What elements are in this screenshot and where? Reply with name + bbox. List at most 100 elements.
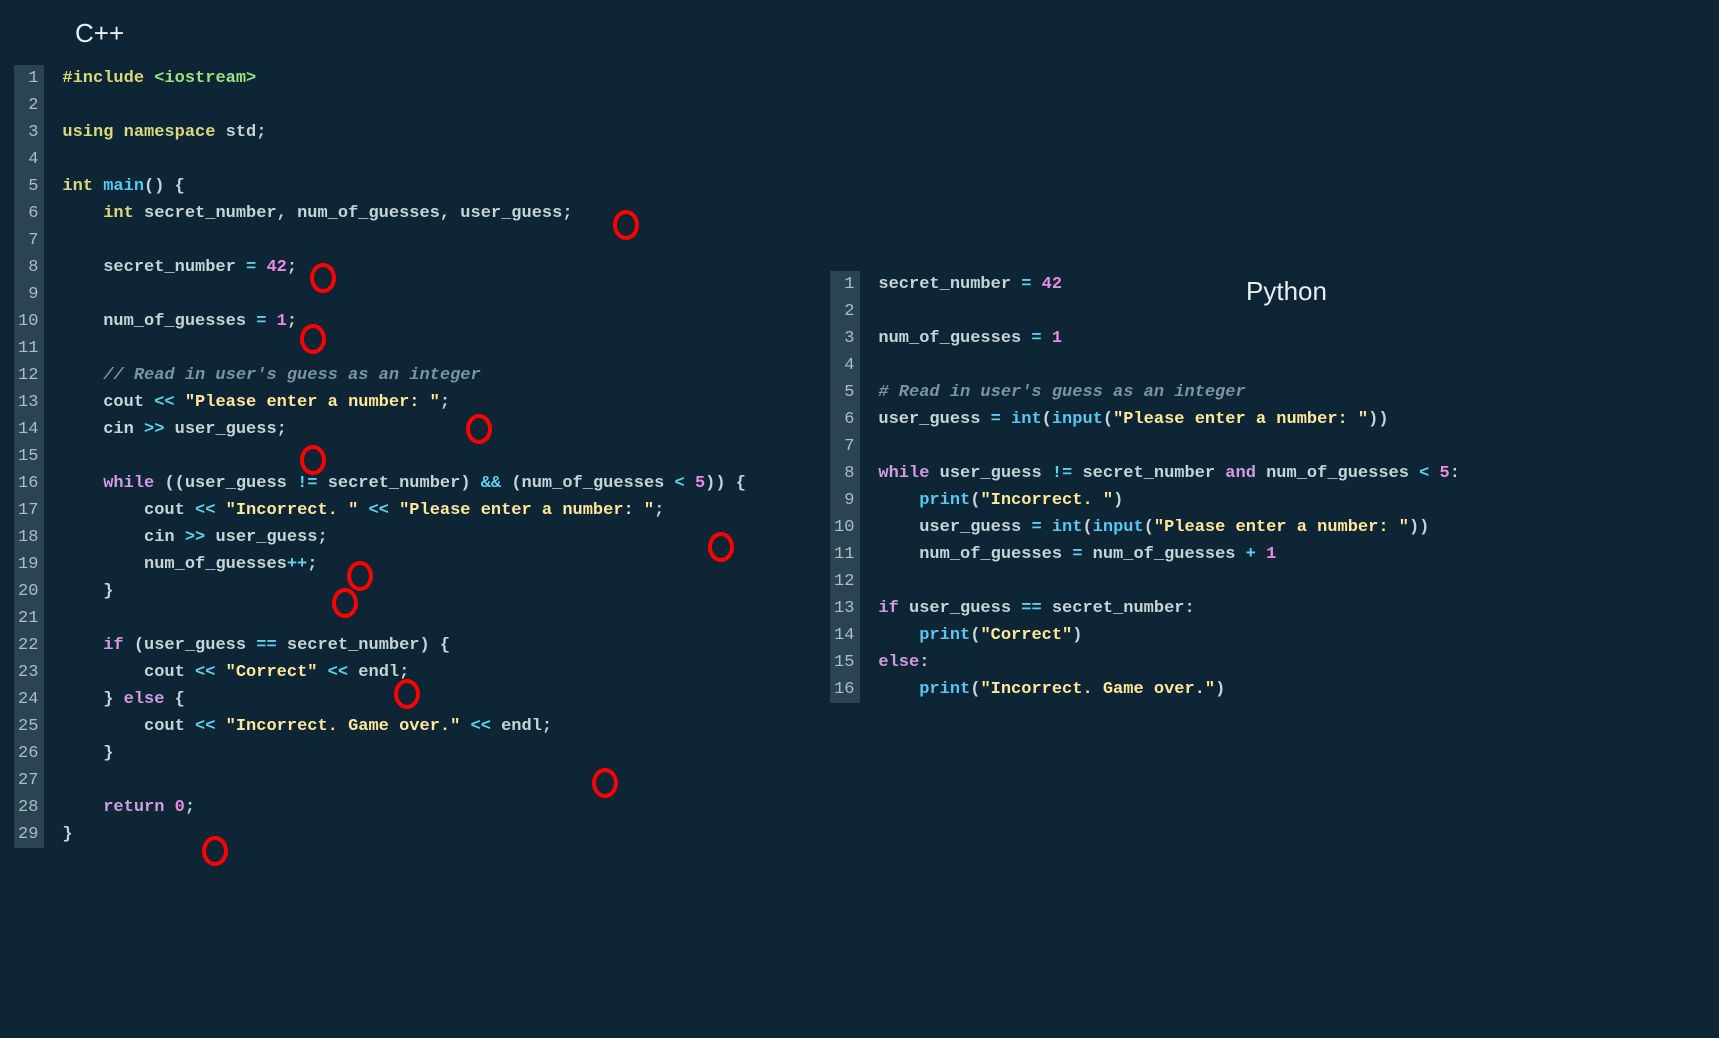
line-number: 14 bbox=[18, 416, 38, 443]
line-number: 17 bbox=[18, 497, 38, 524]
op: = bbox=[246, 312, 277, 331]
kw-return: return bbox=[103, 798, 174, 817]
line-number: 29 bbox=[18, 821, 38, 848]
brace: } bbox=[62, 825, 72, 844]
id: secret_number bbox=[1082, 464, 1215, 483]
semicolon: ; bbox=[287, 258, 297, 277]
line-number: 13 bbox=[834, 595, 854, 622]
line-number: 1 bbox=[834, 271, 854, 298]
id: cout bbox=[144, 717, 195, 736]
kw-and: and bbox=[1215, 464, 1266, 483]
comment: // Read in user's guess as an integer bbox=[103, 366, 480, 385]
id: user_guess bbox=[144, 636, 246, 655]
line-number: 12 bbox=[834, 568, 854, 595]
op: = bbox=[980, 410, 1011, 429]
line-number: 15 bbox=[834, 649, 854, 676]
op: = bbox=[1062, 545, 1093, 564]
op: << bbox=[195, 501, 226, 520]
id: user_guess bbox=[919, 518, 1021, 537]
colon: : bbox=[1450, 464, 1460, 483]
num: 0 bbox=[175, 798, 185, 817]
string: "Correct" bbox=[980, 626, 1072, 645]
id: user_guess bbox=[878, 410, 980, 429]
num: 1 bbox=[1052, 329, 1062, 348]
string: "Incorrect. Game over." bbox=[226, 717, 461, 736]
paren: ( bbox=[144, 177, 154, 196]
cpp-editor: 1234567891011121314151617181920212223242… bbox=[14, 65, 746, 848]
kw-while: while bbox=[103, 474, 164, 493]
python-gutter: 12345678910111213141516 bbox=[830, 271, 860, 703]
op: == bbox=[246, 636, 287, 655]
fn: print bbox=[919, 626, 970, 645]
id: num_of_guesses bbox=[522, 474, 665, 493]
op: && bbox=[471, 474, 512, 493]
python-editor: 12345678910111213141516 secret_number = … bbox=[830, 271, 1460, 703]
python-code[interactable]: secret_number = 42 num_of_guesses = 1 # … bbox=[860, 271, 1460, 703]
string: "Correct" bbox=[226, 663, 318, 682]
line-number: 26 bbox=[18, 740, 38, 767]
num: 5 bbox=[695, 474, 705, 493]
fn: int bbox=[1011, 410, 1042, 429]
line-number: 3 bbox=[834, 325, 854, 352]
op: + bbox=[1235, 545, 1266, 564]
line-number: 10 bbox=[18, 308, 38, 335]
semicolon: ; bbox=[256, 123, 266, 142]
line-number: 28 bbox=[18, 794, 38, 821]
line-number: 2 bbox=[834, 298, 854, 325]
id: num_of_guesses bbox=[1266, 464, 1409, 483]
line-number: 19 bbox=[18, 551, 38, 578]
op: >> bbox=[185, 528, 216, 547]
line-number: 16 bbox=[834, 676, 854, 703]
id: endl bbox=[501, 717, 542, 736]
id: num_of_guesses bbox=[919, 545, 1062, 564]
brace: { bbox=[430, 636, 450, 655]
id: user_guess bbox=[215, 528, 317, 547]
op: ++ bbox=[287, 555, 307, 574]
id: user_guess bbox=[175, 420, 277, 439]
semicolon: ; bbox=[542, 717, 552, 736]
line-number: 13 bbox=[18, 389, 38, 416]
line-number: 6 bbox=[18, 200, 38, 227]
semicolon: ; bbox=[287, 312, 297, 331]
id: user_guess bbox=[940, 464, 1042, 483]
cpp-code[interactable]: #include <iostream> using namespace std;… bbox=[44, 65, 746, 848]
line-number: 7 bbox=[834, 433, 854, 460]
line-number: 14 bbox=[834, 622, 854, 649]
id: num_of_guesses bbox=[1093, 545, 1236, 564]
cpp-label: C++ bbox=[75, 18, 124, 49]
include-directive: #include bbox=[62, 69, 154, 88]
id: num_of_guesses bbox=[144, 555, 287, 574]
id: secret_number bbox=[103, 258, 236, 277]
brace: } bbox=[103, 690, 113, 709]
kw-namespace: namespace bbox=[124, 123, 226, 142]
fn-main: main bbox=[103, 177, 144, 196]
comment: # Read in user's guess as an integer bbox=[878, 383, 1245, 402]
semicolon: ; bbox=[317, 528, 327, 547]
op: = bbox=[1021, 518, 1052, 537]
id: cout bbox=[144, 663, 195, 682]
line-number: 12 bbox=[18, 362, 38, 389]
brace: { bbox=[726, 474, 746, 493]
semicolon: ; bbox=[185, 798, 195, 817]
op: >> bbox=[144, 420, 175, 439]
semicolon: ; bbox=[654, 501, 664, 520]
op: < bbox=[664, 474, 695, 493]
line-number: 16 bbox=[18, 470, 38, 497]
string: "Incorrect. " bbox=[980, 491, 1113, 510]
line-number: 11 bbox=[834, 541, 854, 568]
kw-int: int bbox=[103, 204, 144, 223]
paren: ) bbox=[154, 177, 164, 196]
op: != bbox=[1042, 464, 1083, 483]
op: = bbox=[1011, 275, 1042, 294]
colon: : bbox=[1184, 599, 1194, 618]
op: = bbox=[1021, 329, 1052, 348]
line-number: 25 bbox=[18, 713, 38, 740]
line-number: 9 bbox=[18, 281, 38, 308]
num: 42 bbox=[1042, 275, 1062, 294]
id: secret_number bbox=[144, 204, 277, 223]
line-number: 21 bbox=[18, 605, 38, 632]
id: user_guess bbox=[909, 599, 1011, 618]
op: = bbox=[236, 258, 267, 277]
kw-else: else bbox=[113, 690, 174, 709]
op: << bbox=[195, 717, 226, 736]
